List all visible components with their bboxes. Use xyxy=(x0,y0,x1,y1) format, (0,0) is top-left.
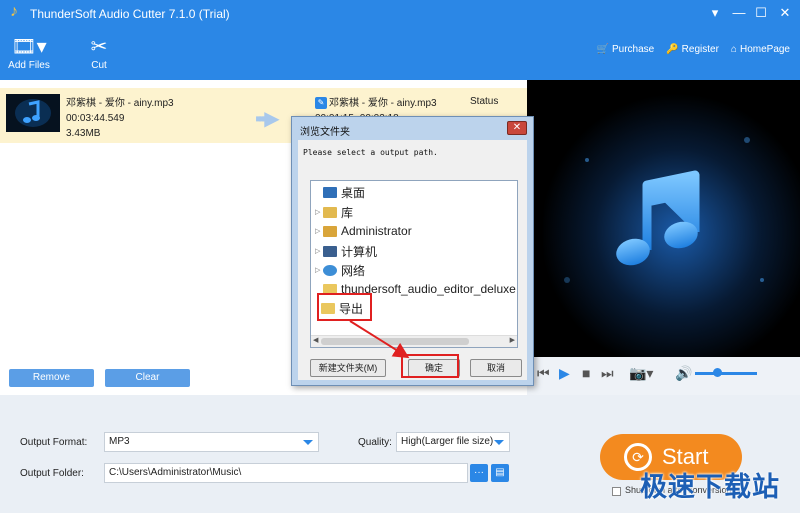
tree-item-administrator[interactable]: ▷ Administrator xyxy=(315,222,412,240)
expand-icon[interactable]: ▷ xyxy=(315,247,323,255)
edit-icon[interactable]: ✎ xyxy=(315,97,327,110)
tree-item-computer[interactable]: ▷ 计算机 xyxy=(315,242,377,260)
chevron-down-icon xyxy=(303,440,313,445)
prev-icon[interactable]: ⏮ xyxy=(537,365,550,382)
minimize-icon[interactable]: — xyxy=(730,5,748,20)
volume-icon[interactable]: 🔊 xyxy=(675,365,692,382)
add-files-label: Add Files xyxy=(8,60,50,71)
output-filename: 邓紫棋 - 爱你 - ainy.mp3 xyxy=(329,98,437,109)
scroll-left-icon[interactable]: ◀ xyxy=(313,336,318,344)
quality-label: Quality: xyxy=(358,437,392,448)
music-thumbnail-icon xyxy=(6,94,60,132)
dialog-body: Please select a output path. 桌面 ▷ 库 ▷ Ad… xyxy=(298,140,527,380)
cancel-button[interactable]: 取消 xyxy=(470,359,522,377)
quality-select[interactable]: High(Larger file size) xyxy=(396,432,510,452)
network-icon xyxy=(323,264,337,276)
scroll-right-icon[interactable]: ▶ xyxy=(510,336,515,344)
highlight-box-ok xyxy=(401,354,459,378)
homepage-link[interactable]: ⌂ HomePage xyxy=(731,44,790,55)
watermark: 极速下载站 xyxy=(640,472,780,502)
output-format-select[interactable]: MP3 xyxy=(104,432,319,452)
source-duration: 00:03:44.549 xyxy=(66,113,125,124)
expand-icon[interactable]: ▷ xyxy=(315,266,323,274)
register-link[interactable]: 🔑 Register xyxy=(666,44,719,55)
volume-slider[interactable] xyxy=(695,372,757,375)
cut-button[interactable]: ✂ Cut xyxy=(84,34,114,71)
new-folder-button[interactable]: 新建文件夹(M) xyxy=(310,359,386,377)
output-folder-label: Output Folder: xyxy=(20,468,84,479)
source-size: 3.43MB xyxy=(66,128,101,139)
convert-arrow-icon: ▪▪▪▶ xyxy=(255,108,280,130)
browse-folder-dialog: 浏览文件夹 ✕ Please select a output path. 桌面 … xyxy=(291,116,534,386)
menu-dropdown-icon[interactable]: ▾ xyxy=(706,5,724,21)
music-note-icon: ♪ xyxy=(10,3,18,20)
chevron-down-icon xyxy=(494,440,504,445)
library-icon xyxy=(323,206,337,218)
output-format-label: Output Format: xyxy=(20,437,88,448)
preview-panel xyxy=(527,80,800,357)
key-icon: 🔑 xyxy=(666,44,679,55)
cart-icon: 🛒 xyxy=(596,44,609,55)
scissors-icon: ✂ xyxy=(90,36,108,58)
dialog-title: 浏览文件夹 xyxy=(300,127,350,138)
remove-button[interactable]: Remove xyxy=(9,369,94,387)
folder-tree[interactable]: 桌面 ▷ 库 ▷ Administrator ▷ 计算机 ▷ 网络 thunde… xyxy=(310,180,518,348)
close-icon[interactable]: ✕ xyxy=(776,5,794,21)
maximize-icon[interactable]: ☐ xyxy=(752,5,770,21)
expand-icon[interactable]: ▷ xyxy=(315,208,323,216)
volume-slider-handle[interactable] xyxy=(713,368,722,377)
file-thumbnail xyxy=(6,94,60,132)
browse-button[interactable]: ··· xyxy=(470,464,488,482)
dialog-close-icon[interactable]: ✕ xyxy=(507,121,527,135)
tree-item-network[interactable]: ▷ 网络 xyxy=(315,261,365,279)
dialog-message: Please select a output path. xyxy=(303,148,438,157)
source-filename: 邓紫棋 - 爱你 - ainy.mp3 xyxy=(66,98,174,109)
play-icon[interactable]: ▶ xyxy=(559,365,570,382)
horizontal-scrollbar[interactable]: ◀ ▶ xyxy=(311,335,517,347)
status-header: Status xyxy=(470,96,499,107)
top-nav: 🛒 Purchase 🔑 Register ⌂ HomePage xyxy=(597,44,790,55)
clear-button[interactable]: Clear xyxy=(105,369,190,387)
shutdown-checkbox[interactable] xyxy=(612,487,621,496)
app-title: ThunderSoft Audio Cutter 7.1.0 (Trial) xyxy=(30,7,230,21)
tree-item-desktop[interactable]: 桌面 xyxy=(315,183,365,201)
player-controls: ⏮ ▶ ■ ⏭ 📷▾ 🔊 xyxy=(527,357,800,395)
open-folder-icon[interactable]: ▤ xyxy=(491,464,509,482)
purchase-link[interactable]: 🛒 Purchase xyxy=(597,44,655,55)
desktop-icon xyxy=(323,186,337,198)
title-bar: ♪ ThunderSoft Audio Cutter 7.1.0 (Trial)… xyxy=(0,0,800,80)
tree-item-library[interactable]: ▷ 库 xyxy=(315,203,353,221)
scrollbar-thumb[interactable] xyxy=(321,338,469,345)
music-preview-icon xyxy=(527,80,800,357)
home-icon: ⌂ xyxy=(730,44,737,55)
next-icon[interactable]: ⏭ xyxy=(601,365,614,382)
add-film-icon: 🎞▾ xyxy=(11,36,47,58)
computer-icon xyxy=(323,245,337,257)
output-folder-input[interactable]: C:\Users\Administrator\Music\ xyxy=(104,463,468,483)
add-files-button[interactable]: 🎞▾ Add Files xyxy=(8,34,50,71)
cut-label: Cut xyxy=(91,60,107,71)
user-folder-icon xyxy=(323,225,337,237)
highlight-box-folder xyxy=(317,293,372,321)
camera-icon[interactable]: 📷▾ xyxy=(629,365,653,382)
source-info: 邓紫棋 - 爱你 - ainy.mp3 00:03:44.549 3.43MB xyxy=(66,96,174,141)
stop-icon[interactable]: ■ xyxy=(582,365,590,381)
expand-icon[interactable]: ▷ xyxy=(315,227,323,235)
